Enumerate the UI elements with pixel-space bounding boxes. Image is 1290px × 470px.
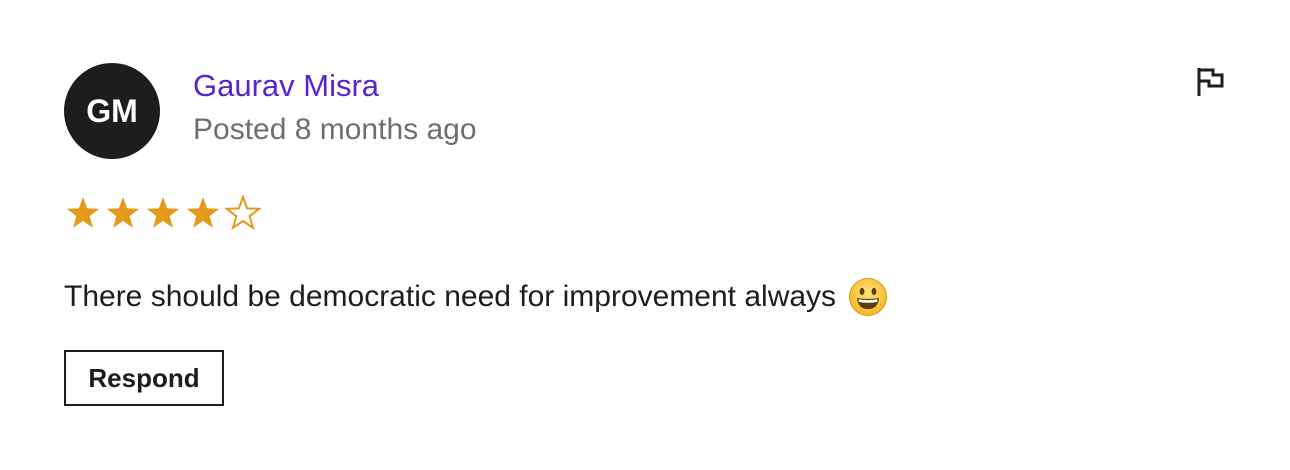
flag-icon	[1197, 68, 1224, 96]
report-flag-button[interactable]	[1194, 65, 1228, 99]
avatar: GM	[64, 63, 160, 159]
review-comment-text: There should be democratic need for impr…	[64, 280, 837, 313]
star-filled-icon	[106, 197, 140, 228]
star-rating	[64, 194, 262, 232]
star-filled-icon	[66, 197, 100, 228]
star-filled-icon	[186, 197, 220, 228]
avatar-initials: GM	[86, 92, 138, 129]
posted-time: Posted 8 months ago	[193, 113, 477, 146]
author-name[interactable]: Gaurav Misra	[193, 68, 379, 104]
star-empty-icon	[224, 194, 262, 231]
review-comment: There should be democratic need for impr…	[64, 277, 888, 317]
star-filled-icon	[146, 197, 180, 228]
respond-button[interactable]: Respond	[64, 350, 224, 406]
grinning-face-emoji	[849, 278, 888, 316]
